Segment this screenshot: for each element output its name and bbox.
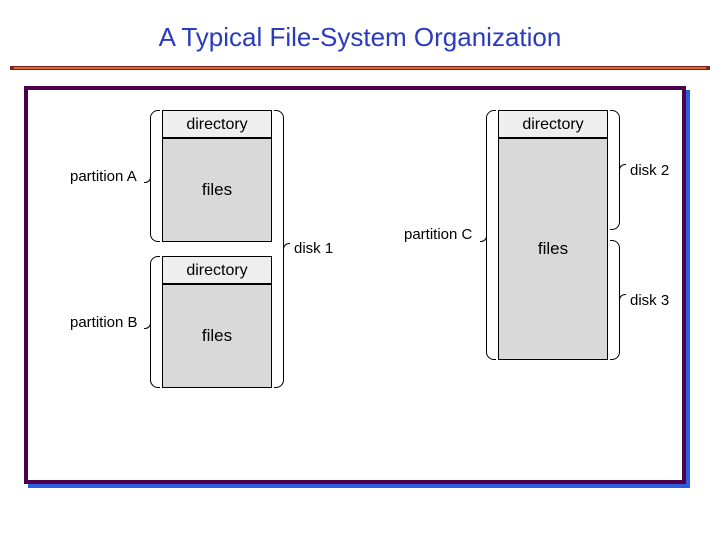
label-partition-b: partition B (70, 314, 138, 331)
disk1-column: directory files directory files (162, 110, 272, 388)
brace-disk3 (610, 240, 620, 360)
partition-c-files: files (498, 138, 608, 360)
brace-partition-b (150, 256, 160, 388)
partition-c-directory: directory (498, 110, 608, 138)
title-rule-inner (14, 67, 706, 69)
partition-a-directory: directory (162, 110, 272, 138)
brace-partition-a (150, 110, 160, 242)
brace-disk2 (610, 110, 620, 230)
diagram-panel: directory files directory files director… (24, 86, 686, 484)
partition-b-directory: directory (162, 256, 272, 284)
label-disk1: disk 1 (294, 240, 333, 257)
page-title: A Typical File-System Organization (0, 0, 720, 63)
label-partition-c: partition C (404, 226, 472, 243)
partition-c-column: directory files (498, 110, 608, 360)
label-partition-a: partition A (70, 168, 137, 185)
label-disk3: disk 3 (630, 292, 669, 309)
brace-disk1 (274, 110, 284, 388)
brace-partition-c (486, 110, 496, 360)
partition-a-files: files (162, 138, 272, 242)
partition-b-files: files (162, 284, 272, 388)
label-disk2: disk 2 (630, 162, 669, 179)
